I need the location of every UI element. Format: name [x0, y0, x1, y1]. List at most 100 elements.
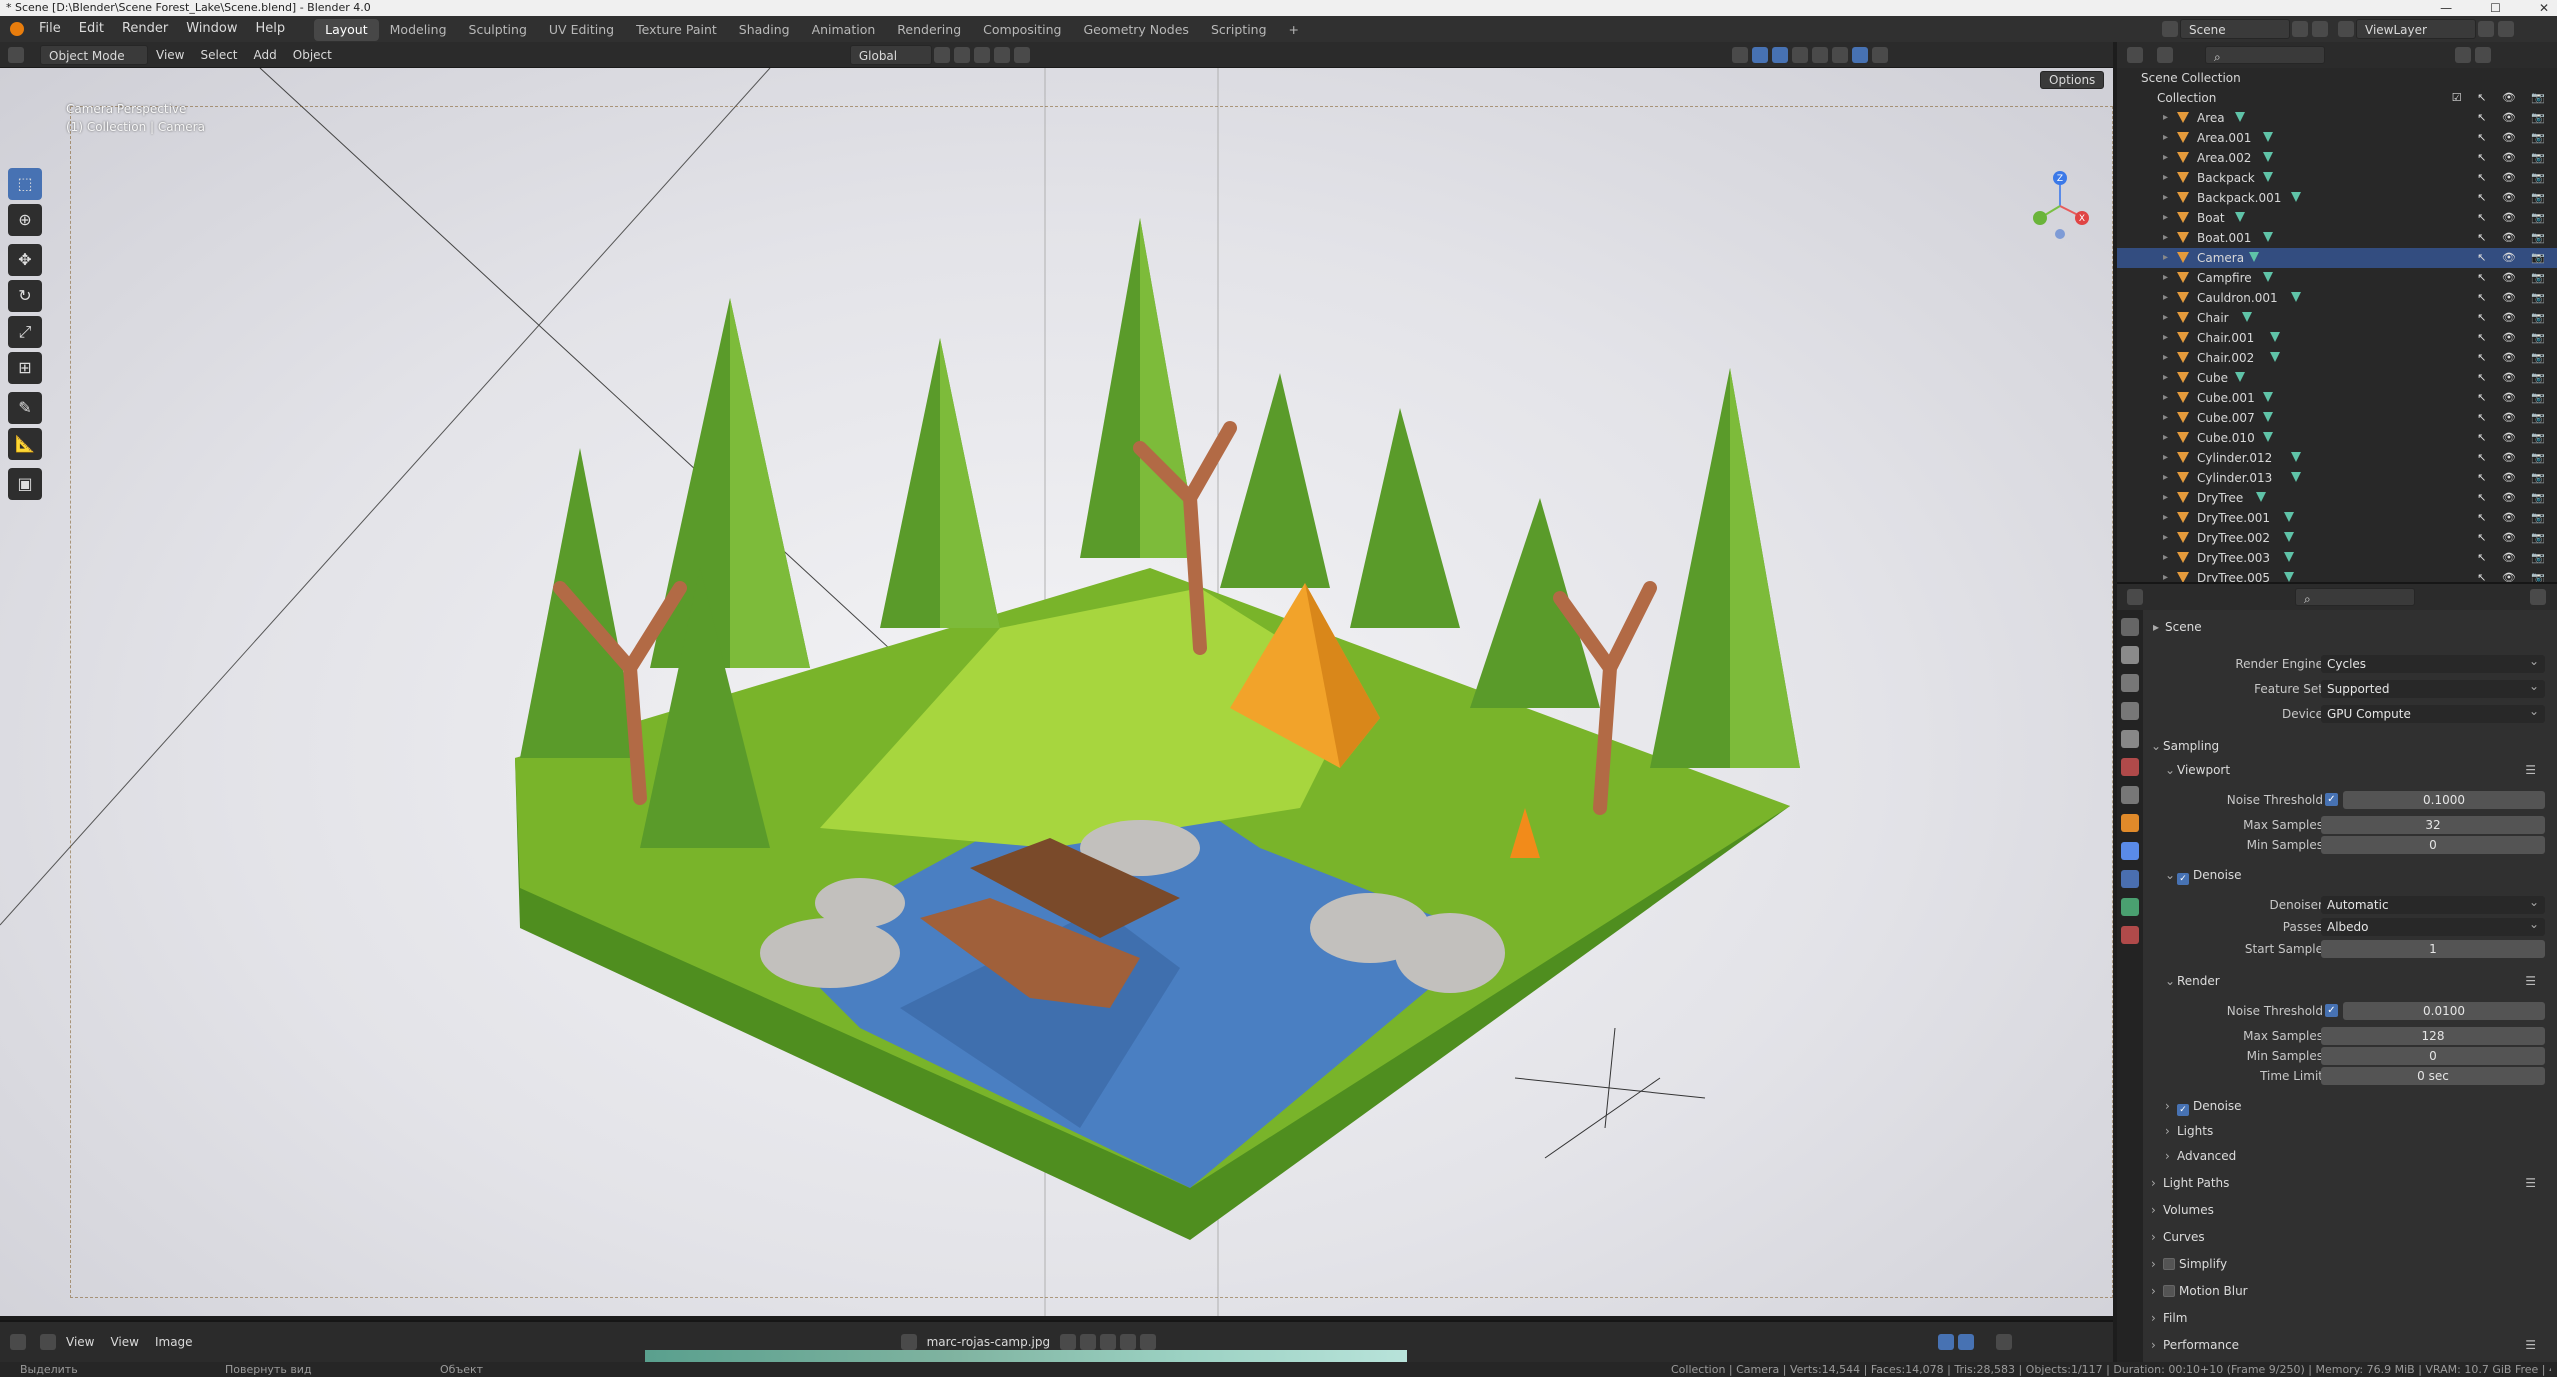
- expand-icon[interactable]: ▸: [2163, 428, 2168, 448]
- device-dropdown[interactable]: GPU Compute: [2321, 702, 2545, 723]
- visibility-icons[interactable]: ↖ 👁 📷: [2477, 328, 2551, 348]
- unlink-image-icon[interactable]: [1120, 1334, 1137, 1350]
- volumes-panel[interactable]: › Volumes: [2151, 1199, 2549, 1221]
- film-panel[interactable]: › Film: [2151, 1307, 2549, 1329]
- outliner-search-input[interactable]: ⌕: [2205, 46, 2325, 64]
- expand-icon[interactable]: ▸: [2163, 528, 2168, 548]
- tool-tab-icon[interactable]: [2121, 618, 2139, 636]
- render-subpanel-header[interactable]: ⌄ Render ☰: [2165, 970, 2549, 992]
- visibility-icons[interactable]: ↖ 👁 📷: [2477, 468, 2551, 488]
- outliner-item[interactable]: ▸ Cube ↖ 👁 📷: [2117, 368, 2557, 388]
- editor-type-icon[interactable]: [8, 46, 24, 63]
- tab-modeling[interactable]: Modeling: [379, 19, 458, 41]
- expand-icon[interactable]: ▸: [2163, 468, 2168, 488]
- presets-list-icon[interactable]: ☰: [2525, 759, 2537, 781]
- visibility-icons[interactable]: ↖ 👁 📷: [2477, 368, 2551, 388]
- lights-subpanel[interactable]: › Lights: [2165, 1120, 2549, 1142]
- outliner-collection[interactable]: Collection ☑ ↖ 👁 📷: [2117, 88, 2557, 108]
- display-mode-icon[interactable]: [2157, 47, 2173, 63]
- outliner-item[interactable]: ▸ Backpack ↖ 👁 📷: [2117, 168, 2557, 188]
- properties-options-icon[interactable]: [2530, 589, 2546, 605]
- simplify-panel[interactable]: › Simplify: [2151, 1253, 2549, 1275]
- open-image-icon[interactable]: [1100, 1334, 1117, 1350]
- expand-icon[interactable]: ▸: [2163, 128, 2168, 148]
- proportional-edit-icon[interactable]: [993, 46, 1010, 63]
- new-collection-icon[interactable]: [2475, 47, 2491, 63]
- r-denoise-subpanel[interactable]: › ✓ Denoise: [2165, 1095, 2549, 1117]
- expand-icon[interactable]: ▸: [2163, 328, 2168, 348]
- visibility-icon[interactable]: [1731, 46, 1748, 63]
- tab-sculpting[interactable]: Sculpting: [458, 19, 538, 41]
- modifier-tab-icon[interactable]: [2121, 842, 2139, 860]
- expand-icon[interactable]: ▸: [2163, 308, 2168, 328]
- presets-list-icon[interactable]: ☰: [2525, 970, 2537, 992]
- viewlayer-selector[interactable]: ViewLayer: [2356, 19, 2476, 39]
- viewport-menu-add[interactable]: Add: [246, 45, 285, 65]
- outliner-item[interactable]: ▸ Cauldron.001 ↖ 👁 📷: [2117, 288, 2557, 308]
- expand-icon[interactable]: ▸: [2163, 288, 2168, 308]
- vp-noise-checkbox[interactable]: ✓: [2325, 793, 2338, 806]
- image-editor-menu-view[interactable]: View: [102, 1332, 146, 1352]
- expand-icon[interactable]: ▸: [2163, 508, 2168, 528]
- expand-icon[interactable]: ▸: [2163, 208, 2168, 228]
- expand-icon[interactable]: ▸: [2163, 388, 2168, 408]
- select-box-icon[interactable]: ⬚: [8, 168, 42, 200]
- outliner-item[interactable]: ▸ Backpack.001 ↖ 👁 📷: [2117, 188, 2557, 208]
- vp-denoise-subpanel[interactable]: ⌄ ✓ Denoise: [2165, 864, 2549, 886]
- outliner-item[interactable]: ▸ Boat.001 ↖ 👁 📷: [2117, 228, 2557, 248]
- visibility-icons[interactable]: ↖ 👁 📷: [2477, 268, 2551, 288]
- passes-dropdown[interactable]: Albedo: [2321, 915, 2545, 936]
- render-tab-icon[interactable]: [2121, 646, 2139, 664]
- curves-panel[interactable]: › Curves: [2151, 1226, 2549, 1248]
- image-browse-icon[interactable]: [900, 1334, 917, 1350]
- sampling-panel-header[interactable]: ⌄ Sampling: [2151, 735, 2549, 757]
- visibility-icons[interactable]: ↖ 👁 📷: [2477, 408, 2551, 428]
- visibility-icons[interactable]: ↖ 👁 📷: [2477, 448, 2551, 468]
- falloff-icon[interactable]: [1013, 46, 1030, 63]
- visibility-icons[interactable]: ↖ 👁 📷: [2477, 568, 2551, 582]
- expand-icon[interactable]: ▸: [2163, 268, 2168, 288]
- vp-max-field[interactable]: 32: [2321, 816, 2545, 834]
- cursor-icon[interactable]: ⊕: [8, 204, 42, 236]
- outliner-item[interactable]: ▸ Boat ↖ 👁 📷: [2117, 208, 2557, 228]
- r-min-field[interactable]: 0: [2321, 1047, 2545, 1065]
- measure-icon[interactable]: 📐: [8, 428, 42, 460]
- r-max-field[interactable]: 128: [2321, 1027, 2545, 1045]
- visibility-icons[interactable]: ↖ 👁 📷: [2477, 208, 2551, 228]
- outliner-item[interactable]: ▸ Area.002 ↖ 👁 📷: [2117, 148, 2557, 168]
- presets-list-icon[interactable]: ☰: [2525, 1172, 2537, 1194]
- new-image-icon[interactable]: [1080, 1334, 1097, 1350]
- snap-icon[interactable]: [953, 46, 970, 63]
- tab-rendering[interactable]: Rendering: [886, 19, 972, 41]
- tab-uv-editing[interactable]: UV Editing: [538, 19, 625, 41]
- shading-rendered-icon[interactable]: [1871, 46, 1888, 63]
- outliner-item[interactable]: ▸ Chair.001 ↖ 👁 📷: [2117, 328, 2557, 348]
- expand-icon[interactable]: ▸: [2163, 408, 2168, 428]
- visibility-icons[interactable]: ↖ 👁 📷: [2477, 228, 2551, 248]
- visibility-icons[interactable]: ↖ 👁 📷: [2477, 388, 2551, 408]
- viewport-menu-object[interactable]: Object: [285, 45, 340, 65]
- menu-help[interactable]: Help: [247, 16, 295, 42]
- expand-icon[interactable]: ▸: [2163, 148, 2168, 168]
- visibility-icons[interactable]: ↖ 👁 📷: [2477, 428, 2551, 448]
- outliner-item[interactable]: ▸ Chair ↖ 👁 📷: [2117, 308, 2557, 328]
- world-tab-icon[interactable]: [2121, 758, 2139, 776]
- advanced-subpanel[interactable]: › Advanced: [2165, 1145, 2549, 1167]
- outliner-item[interactable]: ▸ Cylinder.013 ↖ 👁 📷: [2117, 468, 2557, 488]
- scene-tab-icon[interactable]: [2121, 730, 2139, 748]
- outliner-item[interactable]: ▸ DryTree.002 ↖ 👁 📷: [2117, 528, 2557, 548]
- outliner-item[interactable]: ▸ DryTree.003 ↖ 👁 📷: [2117, 548, 2557, 568]
- tab-layout[interactable]: Layout: [314, 19, 379, 41]
- constraints-tab-icon[interactable]: [2121, 898, 2139, 916]
- scale-icon[interactable]: ⤢: [8, 316, 42, 348]
- object-tab-icon[interactable]: [2121, 814, 2139, 832]
- annotate-icon[interactable]: ✎: [8, 392, 42, 424]
- viewport-menu-view[interactable]: View: [148, 45, 192, 65]
- presets-list-icon[interactable]: ☰: [2525, 1334, 2537, 1356]
- outliner-item[interactable]: ▸ Campfire ↖ 👁 📷: [2117, 268, 2557, 288]
- image-name-field[interactable]: marc-rojas-camp.jpg: [919, 1332, 1059, 1352]
- light-paths-panel[interactable]: › Light Paths ☰: [2151, 1172, 2549, 1194]
- close-icon[interactable]: ✕: [2539, 0, 2549, 16]
- motion-blur-panel[interactable]: › Motion Blur: [2151, 1280, 2549, 1302]
- visibility-icons[interactable]: ↖ 👁 📷: [2477, 128, 2551, 148]
